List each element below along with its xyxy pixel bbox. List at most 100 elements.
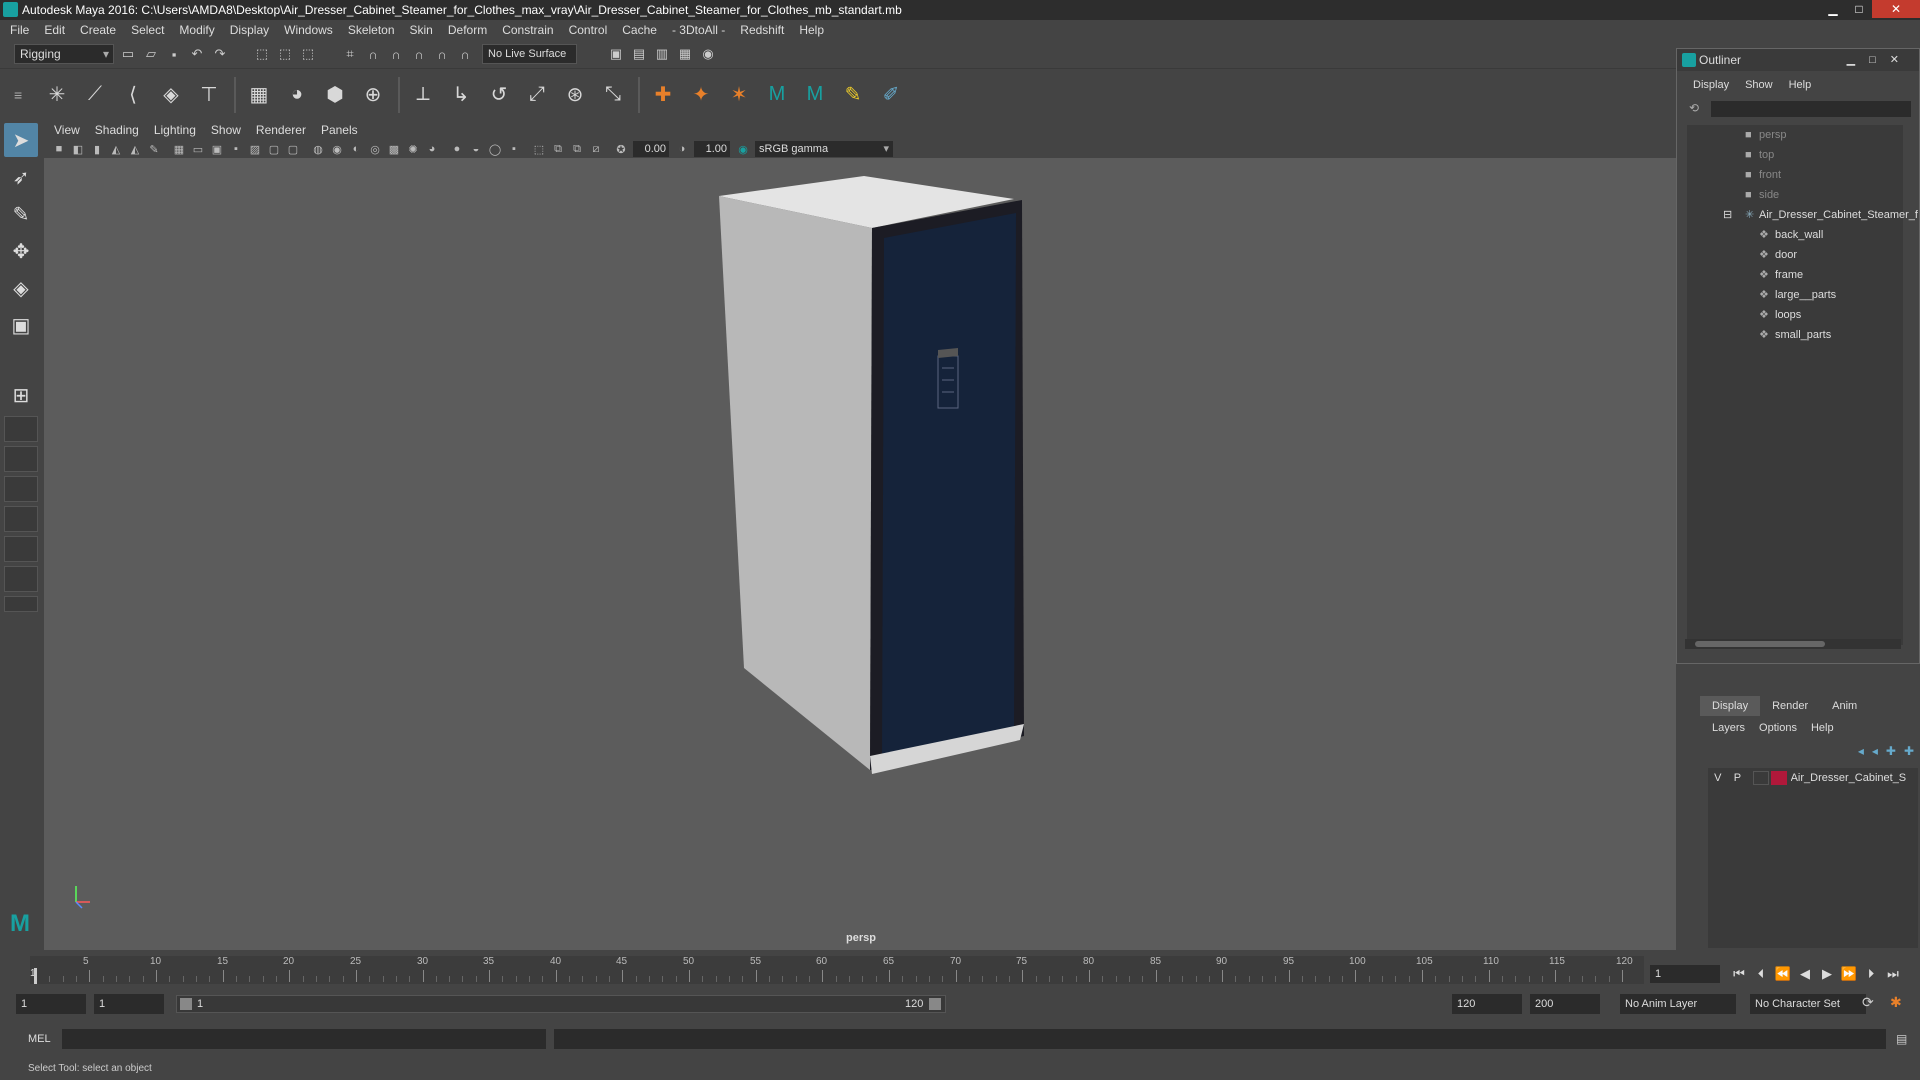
snap-surface-icon[interactable]: ∩ <box>433 45 451 63</box>
outliner-item-door[interactable]: ❖ door <box>1687 245 1797 265</box>
menu-skin[interactable]: Skin <box>410 23 433 37</box>
exposure-field[interactable]: 0.00 <box>633 141 669 157</box>
grid-icon[interactable]: ▦ <box>172 142 186 156</box>
tab-anim[interactable]: Anim <box>1820 696 1869 716</box>
orient-joint-icon[interactable]: ⊤ <box>194 78 224 112</box>
character-set-dropdown[interactable]: No Character Set <box>1750 994 1866 1014</box>
layer-color-swatch[interactable] <box>1770 771 1787 785</box>
menu-create[interactable]: Create <box>80 23 116 37</box>
select-object-icon[interactable]: ⬚ <box>276 45 294 63</box>
outliner-menu-show[interactable]: Show <box>1745 79 1773 95</box>
tab-render[interactable]: Render <box>1760 696 1820 716</box>
aim-constraint-icon[interactable]: ↳ <box>446 78 476 112</box>
animation-end-field[interactable]: 200 <box>1530 994 1600 1014</box>
bind-skin-icon[interactable]: ▦ <box>244 78 274 112</box>
live-surface-field[interactable]: No Live Surface <box>482 44 577 64</box>
persp-outliner-layout-icon[interactable] <box>4 446 38 472</box>
menu-display[interactable]: Display <box>230 23 269 37</box>
smooth-bind-icon[interactable]: ◕ <box>282 78 312 112</box>
hik-skeleton-icon[interactable]: ✦ <box>686 78 716 112</box>
lasso-tool-icon[interactable]: ➶ <box>4 160 38 194</box>
maya-m2-icon[interactable]: M <box>800 78 830 112</box>
menu-file[interactable]: File <box>10 23 29 37</box>
layer-menu-help[interactable]: Help <box>1811 722 1834 734</box>
maya-m-icon[interactable]: M <box>762 78 792 112</box>
layer-type-toggle[interactable] <box>1753 771 1769 785</box>
script-layout-icon[interactable] <box>4 566 38 592</box>
select-camera-icon[interactable]: ■ <box>52 142 66 156</box>
gamma-field[interactable]: 1.00 <box>694 141 730 157</box>
orient-constraint-icon[interactable]: ↺ <box>484 78 514 112</box>
outliner-item-loops[interactable]: ❖ loops <box>1687 305 1801 325</box>
move-layer-down-icon[interactable]: ◂ <box>1872 744 1878 758</box>
ik-spline-icon[interactable]: ⟨ <box>118 78 148 112</box>
viewport-menu-panels[interactable]: Panels <box>321 123 358 137</box>
viewport-menu-renderer[interactable]: Renderer <box>256 123 306 137</box>
snap-live-icon[interactable]: ∩ <box>456 45 474 63</box>
menu-windows[interactable]: Windows <box>284 23 333 37</box>
mel-label[interactable]: MEL <box>28 1033 62 1045</box>
safe-action-icon[interactable]: ▢ <box>267 142 281 156</box>
snap-point-icon[interactable]: ∩ <box>387 45 405 63</box>
redo-icon[interactable]: ↷ <box>211 45 229 63</box>
step-forward-key-button[interactable]: ⏵ <box>1860 966 1882 982</box>
view-transform-dropdown[interactable]: sRGB gamma <box>755 141 893 157</box>
menu-deform[interactable]: Deform <box>448 23 487 37</box>
maximize-button[interactable]: □ <box>1846 0 1872 18</box>
grease-pencil-icon[interactable]: ✎ <box>147 142 161 156</box>
default-material-icon[interactable]: ◐ <box>349 142 363 156</box>
isolate-select-icon[interactable]: ⬚ <box>532 142 546 156</box>
select-tool-icon[interactable]: ➤ <box>4 123 38 157</box>
animation-start-field[interactable]: 1 <box>16 994 86 1014</box>
anim-layer-dropdown[interactable]: No Anim Layer <box>1620 994 1736 1014</box>
menu-3dtoall[interactable]: - 3DtoAll - <box>672 23 725 37</box>
xray-icon[interactable]: ⧉ <box>551 142 565 156</box>
play-forwards-button[interactable]: ▶ <box>1816 966 1838 982</box>
script-editor-icon[interactable]: ▤ <box>1896 1032 1907 1046</box>
color-management-icon[interactable]: ◉ <box>736 142 750 156</box>
outliner-filter-icon[interactable]: ⟲ <box>1689 101 1705 117</box>
undo-icon[interactable]: ↶ <box>188 45 206 63</box>
minimize-button[interactable]: ▁ <box>1820 0 1846 18</box>
field-chart-icon[interactable]: ▨ <box>248 142 262 156</box>
menu-constrain[interactable]: Constrain <box>502 23 553 37</box>
smooth-shade-icon[interactable]: ◉ <box>330 142 344 156</box>
range-slider[interactable]: 1 120 <box>176 995 946 1013</box>
new-layer-selected-icon[interactable]: ✚ <box>1904 744 1914 758</box>
pole-vector-icon[interactable]: ⤡ <box>598 78 628 112</box>
outliner-item-persp[interactable]: ■ persp <box>1687 125 1787 145</box>
point-constraint-icon[interactable]: ⟂ <box>408 78 438 112</box>
cluster-icon[interactable]: ⊕ <box>358 78 388 112</box>
use-all-lights-icon[interactable]: ✺ <box>406 142 420 156</box>
current-frame-field[interactable]: 1 <box>1650 965 1720 983</box>
resolution-gate-icon[interactable]: ▣ <box>210 142 224 156</box>
ambient-occlusion-icon[interactable]: ● <box>450 142 464 156</box>
save-scene-icon[interactable]: ▪ <box>165 45 183 63</box>
range-end-handle[interactable] <box>929 998 941 1010</box>
viewport-menu-view[interactable]: View <box>54 123 80 137</box>
2d-pan-zoom-icon[interactable]: ◭ <box>128 142 142 156</box>
scale-constraint-icon[interactable]: ⤢ <box>522 78 552 112</box>
go-to-start-button[interactable]: ⏮ <box>1728 966 1750 982</box>
viewport-menu-lighting[interactable]: Lighting <box>154 123 196 137</box>
layer-visibility-toggle[interactable]: V <box>1708 772 1728 784</box>
anti-aliasing-icon[interactable]: ◯ <box>488 142 502 156</box>
tab-display[interactable]: Display <box>1700 696 1761 716</box>
xray-active-icon[interactable]: ⧉ <box>570 142 584 156</box>
skin-weights-brush-icon[interactable]: ✐ <box>876 78 906 112</box>
select-hierarchy-icon[interactable]: ⬚ <box>253 45 271 63</box>
open-scene-icon[interactable]: ▱ <box>142 45 160 63</box>
bookmark-icon[interactable]: ▮ <box>90 142 104 156</box>
menu-modify[interactable]: Modify <box>179 23 214 37</box>
hypershade-icon[interactable]: ◉ <box>699 45 717 63</box>
select-component-icon[interactable]: ⬚ <box>299 45 317 63</box>
ik-handle-icon[interactable]: ⟋ <box>80 78 110 112</box>
camera-attributes-icon[interactable]: ◧ <box>71 142 85 156</box>
outliner-item-back-wall[interactable]: ❖ back_wall <box>1687 225 1823 245</box>
range-start-handle[interactable] <box>180 998 192 1010</box>
safe-title-icon[interactable]: ▢ <box>286 142 300 156</box>
current-time-indicator[interactable] <box>34 968 37 984</box>
playback-end-field[interactable]: 120 <box>1452 994 1522 1014</box>
menu-redshift[interactable]: Redshift <box>740 23 784 37</box>
outliner-item-frame[interactable]: ❖ frame <box>1687 265 1803 285</box>
